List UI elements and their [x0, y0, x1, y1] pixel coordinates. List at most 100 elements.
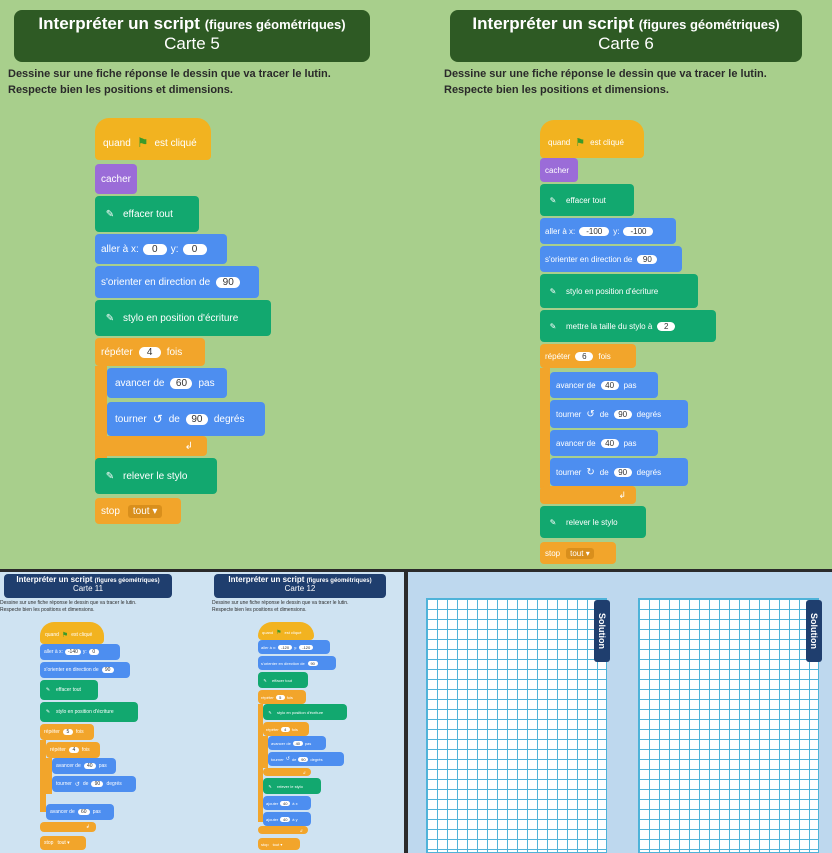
- erase-all-block[interactable]: ✎ effacer tout: [540, 184, 634, 216]
- steps-label: pas: [92, 809, 101, 815]
- turn-block[interactable]: tourner ↺ de 90 degrés: [107, 402, 265, 436]
- move-input[interactable]: 40: [292, 740, 303, 746]
- move-input[interactable]: 40: [83, 763, 96, 769]
- stop-block[interactable]: stop tout ▾: [540, 542, 616, 564]
- move-block[interactable]: avancer de 40 pas: [268, 736, 326, 750]
- solution-tab-right[interactable]: Solution: [806, 600, 822, 662]
- turn-left-block[interactable]: tourner ↺ de 90 degrés: [550, 400, 688, 428]
- move-label: avancer de: [56, 763, 81, 769]
- pen-size-block[interactable]: ✎ mettre la taille du stylo à 2: [540, 310, 716, 342]
- repeat-label: répéter: [266, 726, 279, 732]
- stop-block[interactable]: stop tout ▾: [95, 498, 181, 524]
- stop-dropdown[interactable]: tout ▾: [566, 547, 594, 559]
- y-input[interactable]: -120: [299, 644, 314, 650]
- pen-up-block[interactable]: ✎ relever le stylo: [540, 506, 646, 538]
- pen-down-label: stylo en position d'écriture: [56, 709, 114, 715]
- direction-input[interactable]: 90: [216, 276, 241, 288]
- erase-all-block[interactable]: ✎ effacer tout: [40, 680, 98, 700]
- repeat-input[interactable]: 5: [62, 729, 73, 735]
- change-y-block[interactable]: ajouter 40 à y: [263, 812, 311, 826]
- instruction-line1: Dessine sur une fiche réponse le dessin …: [0, 600, 137, 606]
- move-block[interactable]: avancer de 60 pas: [46, 804, 114, 820]
- point-direction-block[interactable]: s'orienter en direction de 90: [40, 662, 130, 678]
- when-flag-block[interactable]: quand ⚑ est cliqué: [95, 118, 211, 160]
- move-input[interactable]: 60: [170, 377, 193, 389]
- goto-xy-block[interactable]: aller à x: -140 y: 0: [40, 644, 120, 660]
- turn-input[interactable]: 90: [91, 781, 104, 787]
- x-input[interactable]: -140: [64, 649, 81, 655]
- hide-block[interactable]: cacher: [95, 164, 137, 194]
- y-input[interactable]: 0: [88, 649, 99, 655]
- move-block[interactable]: avancer de 40 pas: [550, 372, 658, 398]
- card12-label: Carte 12: [284, 584, 316, 593]
- erase-all-block[interactable]: ✎ effacer tout: [258, 672, 308, 688]
- repeat-input[interactable]: 6: [575, 351, 594, 361]
- pen-down-block[interactable]: ✎ stylo en position d'écriture: [40, 702, 138, 722]
- x-input[interactable]: 0: [142, 243, 167, 255]
- point-direction-block[interactable]: s'orienter en direction de 90: [540, 246, 682, 272]
- repeat-block[interactable]: répéter 4 fois: [95, 338, 205, 366]
- y-input[interactable]: -100: [623, 226, 654, 236]
- stop-dropdown[interactable]: tout ▾: [57, 840, 69, 846]
- y-input[interactable]: 0: [182, 243, 207, 255]
- steps-label: pas: [198, 377, 215, 389]
- direction-input[interactable]: 90: [307, 660, 318, 666]
- x-input[interactable]: -100: [579, 226, 610, 236]
- turn-input[interactable]: 90: [185, 413, 208, 425]
- repeat-block[interactable]: répéter 6 fois: [540, 344, 636, 368]
- repeat-outer-block[interactable]: répéter 5 fois: [258, 690, 306, 704]
- stop-block[interactable]: stop tout ▾: [258, 838, 300, 850]
- x-input[interactable]: -120: [278, 644, 293, 650]
- repeat-input[interactable]: 4: [280, 726, 290, 732]
- repeat-outer-block[interactable]: répéter 5 fois: [40, 724, 94, 740]
- move-block[interactable]: avancer de 40 pas: [550, 430, 658, 456]
- goto-xy-block[interactable]: aller à x: -100 y: -100: [540, 218, 676, 244]
- move-input[interactable]: 40: [600, 380, 619, 390]
- pen-up-block[interactable]: ✎ relever le stylo: [263, 778, 321, 794]
- repeat-inner-block[interactable]: répéter 4 fois: [46, 742, 100, 758]
- goto-xy-block[interactable]: aller à x: -120 y: -120: [258, 640, 330, 654]
- hide-block[interactable]: cacher: [540, 158, 578, 182]
- when-flag-block[interactable]: quand ⚑ est cliqué: [40, 622, 104, 644]
- change-x-input[interactable]: 40: [280, 800, 291, 806]
- turn-right-block[interactable]: tourner ↻ de 90 degrés: [550, 458, 688, 486]
- solution-tab-left[interactable]: Solution: [594, 600, 610, 662]
- turn-input[interactable]: 90: [613, 409, 632, 419]
- repeat-inner-block[interactable]: répéter 4 fois: [263, 722, 309, 736]
- pen-size-input[interactable]: 2: [657, 321, 676, 331]
- pen-down-block[interactable]: ✎ stylo en position d'écriture: [540, 274, 698, 308]
- point-direction-block[interactable]: s'orienter en direction de 90: [95, 266, 259, 298]
- point-direction-block[interactable]: s'orienter en direction de 90: [258, 656, 336, 670]
- move-block[interactable]: avancer de 40 pas: [52, 758, 116, 774]
- answer-grid-left[interactable]: [426, 598, 607, 853]
- turn-input[interactable]: 90: [613, 467, 632, 477]
- goto-xy-block[interactable]: aller à x: 0 y: 0: [95, 234, 227, 264]
- instruction-line2: Respecte bien les positions et dimension…: [444, 84, 669, 96]
- move-block[interactable]: avancer de 60 pas: [107, 368, 227, 398]
- erase-all-block[interactable]: ✎ effacer tout: [95, 196, 199, 232]
- repeat-input[interactable]: 5: [275, 694, 285, 700]
- repeat-input[interactable]: 4: [138, 346, 161, 358]
- stop-block[interactable]: stop tout ▾: [40, 836, 86, 850]
- stop-dropdown[interactable]: tout ▾: [127, 504, 163, 518]
- change-x-block[interactable]: ajouter 40 à x: [263, 796, 311, 810]
- when-flag-block[interactable]: quand ⚑ est cliqué: [258, 622, 314, 640]
- repeat-input[interactable]: 4: [68, 747, 79, 753]
- stop-dropdown[interactable]: tout ▾: [273, 842, 283, 847]
- answer-grid-right[interactable]: [638, 598, 819, 853]
- turn-input[interactable]: 90: [298, 756, 309, 762]
- change-y-input[interactable]: 40: [280, 816, 291, 822]
- direction-input[interactable]: 90: [101, 667, 114, 673]
- pen-down-block[interactable]: ✎ stylo en position d'écriture: [263, 704, 347, 720]
- turn-block[interactable]: tourner ↺ de 90 degrés: [52, 776, 136, 792]
- pen-up-block[interactable]: ✎ relever le stylo: [95, 458, 217, 494]
- move-input[interactable]: 60: [77, 809, 90, 815]
- direction-input[interactable]: 90: [637, 254, 658, 264]
- move-input[interactable]: 40: [600, 438, 619, 448]
- pen-down-block[interactable]: ✎ stylo en position d'écriture: [95, 300, 271, 336]
- times-label: fois: [75, 729, 84, 735]
- repeat-end: ↲: [95, 436, 207, 456]
- bottom-right-panel: Solution Solution: [408, 572, 832, 853]
- when-flag-block[interactable]: quand ⚑ est cliqué: [540, 120, 644, 158]
- turn-block[interactable]: tourner ↺ de 90 degrés: [268, 752, 344, 766]
